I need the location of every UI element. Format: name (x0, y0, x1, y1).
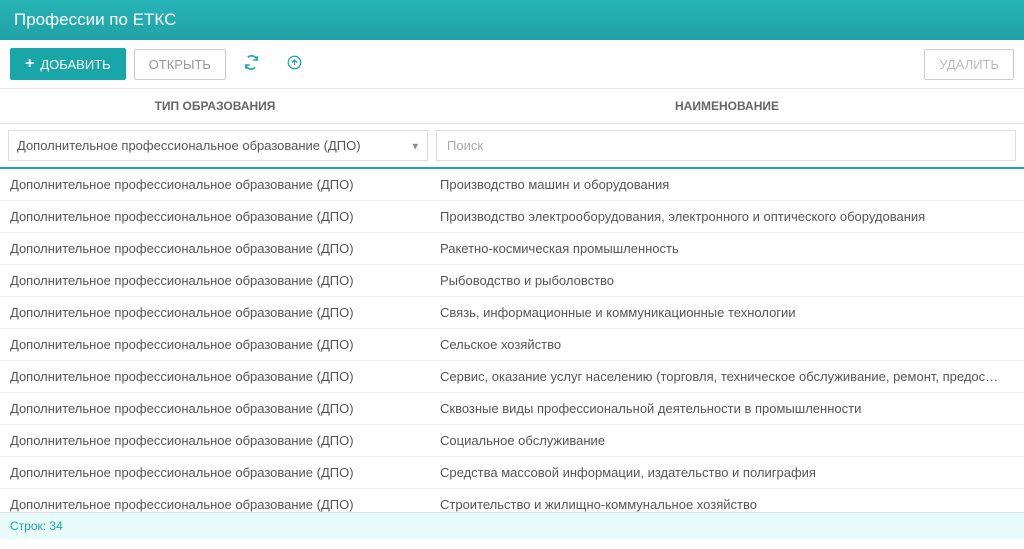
cell-name: Социальное обслуживание (440, 433, 1014, 448)
cell-type: Дополнительное профессиональное образова… (10, 177, 440, 192)
open-button-label: ОТКРЫТЬ (149, 57, 211, 72)
grid-header: ТИП ОБРАЗОВАНИЯ НАИМЕНОВАНИЕ (0, 89, 1024, 124)
add-button[interactable]: + ДОБАВИТЬ (10, 48, 126, 80)
table-row[interactable]: Дополнительное профессиональное образова… (0, 169, 1024, 201)
cell-name: Производство электрооборудования, электр… (440, 209, 1014, 224)
cell-name: Строительство и жилищно-коммунальное хоз… (440, 497, 1014, 512)
cell-type: Дополнительное профессиональное образова… (10, 241, 440, 256)
upload-button[interactable] (277, 49, 312, 80)
add-button-label: ДОБАВИТЬ (40, 57, 110, 72)
table-row[interactable]: Дополнительное профессиональное образова… (0, 297, 1024, 329)
cell-type: Дополнительное профессиональное образова… (10, 497, 440, 512)
table-row[interactable]: Дополнительное профессиональное образова… (0, 457, 1024, 489)
cell-name: Сервис, оказание услуг населению (торгов… (440, 369, 1014, 384)
cell-type: Дополнительное профессиональное образова… (10, 465, 440, 480)
delete-button-label: УДАЛИТЬ (939, 57, 999, 72)
cell-name: Ракетно-космическая промышленность (440, 241, 1014, 256)
page-header: Профессии по ЕТКС (0, 0, 1024, 40)
table-row[interactable]: Дополнительное профессиональное образова… (0, 425, 1024, 457)
upload-icon (287, 57, 302, 74)
cell-type: Дополнительное профессиональное образова… (10, 337, 440, 352)
plus-icon: + (25, 56, 34, 72)
column-header-name: НАИМЕНОВАНИЕ (430, 89, 1024, 123)
table-row[interactable]: Дополнительное профессиональное образова… (0, 233, 1024, 265)
refresh-icon (244, 57, 259, 74)
cell-type: Дополнительное профессиональное образова… (10, 433, 440, 448)
cell-type: Дополнительное профессиональное образова… (10, 209, 440, 224)
delete-button[interactable]: УДАЛИТЬ (924, 49, 1014, 80)
toolbar: + ДОБАВИТЬ ОТКРЫТЬ УДАЛИТЬ (0, 40, 1024, 89)
row-count-label: Строк: 34 (10, 519, 63, 533)
cell-type: Дополнительное профессиональное образова… (10, 305, 440, 320)
grid-body[interactable]: Дополнительное профессиональное образова… (0, 169, 1024, 512)
column-header-type: ТИП ОБРАЗОВАНИЯ (0, 89, 430, 123)
cell-name: Средства массовой информации, издательст… (440, 465, 1014, 480)
page-title: Профессии по ЕТКС (14, 10, 176, 29)
table-row[interactable]: Дополнительное профессиональное образова… (0, 361, 1024, 393)
table-row[interactable]: Дополнительное профессиональное образова… (0, 393, 1024, 425)
grid-footer: Строк: 34 (0, 512, 1024, 539)
refresh-button[interactable] (234, 49, 269, 80)
type-filter-select[interactable]: Дополнительное профессиональное образова… (8, 130, 428, 161)
cell-name: Сквозные виды профессиональной деятельно… (440, 401, 1014, 416)
cell-name: Связь, информационные и коммуникационные… (440, 305, 1014, 320)
cell-type: Дополнительное профессиональное образова… (10, 401, 440, 416)
filter-row: Дополнительное профессиональное образова… (0, 124, 1024, 169)
cell-type: Дополнительное профессиональное образова… (10, 273, 440, 288)
type-filter-wrap: Дополнительное профессиональное образова… (8, 130, 428, 161)
cell-name: Рыбоводство и рыболовство (440, 273, 1014, 288)
name-search-input[interactable] (436, 130, 1016, 161)
table-row[interactable]: Дополнительное профессиональное образова… (0, 489, 1024, 512)
cell-name: Производство машин и оборудования (440, 177, 1014, 192)
table-row[interactable]: Дополнительное профессиональное образова… (0, 329, 1024, 361)
table-row[interactable]: Дополнительное профессиональное образова… (0, 265, 1024, 297)
cell-name: Сельское хозяйство (440, 337, 1014, 352)
table-row[interactable]: Дополнительное профессиональное образова… (0, 201, 1024, 233)
cell-type: Дополнительное профессиональное образова… (10, 369, 440, 384)
open-button[interactable]: ОТКРЫТЬ (134, 49, 226, 80)
